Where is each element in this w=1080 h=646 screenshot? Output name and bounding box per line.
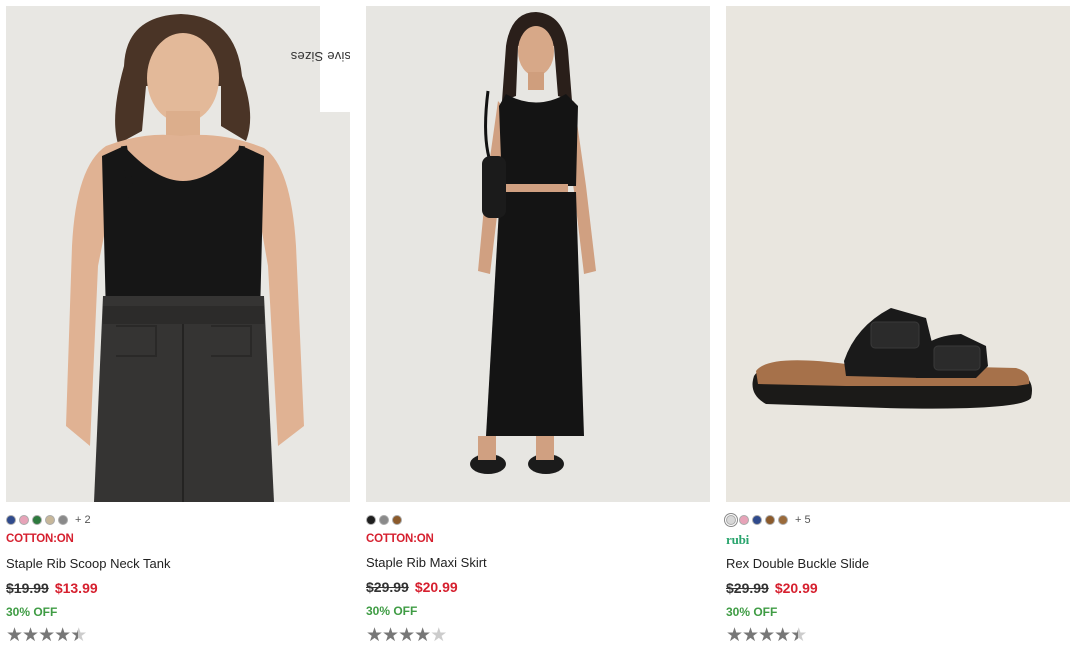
swatch-pink[interactable] [739,515,749,525]
brand-logo: COTTON:ON [6,533,74,545]
star-icon: ★ [6,625,23,646]
sale-price: $20.99 [774,580,818,596]
star-icon: ★ [726,625,743,646]
original-price: $29.99 [726,580,769,596]
rating-stars[interactable]: ★ ★ ★ ★ ★ [6,625,87,646]
empty-star-icon: ★ [430,625,447,646]
star-icon: ★ [774,625,791,646]
product-name[interactable]: Rex Double Buckle Slide [726,556,869,571]
star-icon: ★ [758,625,775,646]
product-card-rex-double-buckle-slide[interactable]: + 5 rubi Rex Double Buckle Slide $29.99 … [726,6,1070,646]
swatch-tan[interactable] [778,515,788,525]
inclusive-sizes-badge: Inclusive Sizes [291,6,350,112]
badge-label: Inclusive Sizes [290,48,350,64]
product-image[interactable]: Inclusive Sizes [6,6,350,502]
star-icon: ★ [398,625,415,646]
swatch-grey[interactable] [58,515,68,525]
discount-label: 30% OFF [6,605,58,619]
half-star-icon: ★ [790,625,807,646]
star-icon: ★ [382,625,399,646]
model-photo [6,6,350,502]
price-block: $29.99 $20.99 [366,579,458,595]
sandal-photo [726,6,1070,502]
swatch-silver[interactable] [726,515,736,525]
original-price: $19.99 [6,580,49,596]
price-block: $19.99 $13.99 [6,580,98,596]
brand-logo: rubi [726,532,750,547]
rating-stars[interactable]: ★ ★ ★ ★ ★ [366,625,447,646]
product-image[interactable] [726,6,1070,502]
rating-stars[interactable]: ★ ★ ★ ★ ★ [726,625,807,646]
swatch-grey[interactable] [379,515,389,525]
more-colors-count[interactable]: + 2 [75,514,91,526]
color-swatches [366,514,402,526]
star-icon: ★ [38,625,55,646]
star-icon: ★ [366,625,383,646]
product-name[interactable]: Staple Rib Maxi Skirt [366,555,487,570]
swatch-brown[interactable] [765,515,775,525]
swatch-pink[interactable] [19,515,29,525]
swatch-green[interactable] [32,515,42,525]
model-photo [366,6,710,502]
star-icon: ★ [22,625,39,646]
swatch-tan[interactable] [45,515,55,525]
swatch-navy[interactable] [6,515,16,525]
price-block: $29.99 $20.99 [726,580,818,596]
sale-price: $20.99 [414,579,458,595]
swatch-brown[interactable] [392,515,402,525]
star-icon: ★ [414,625,431,646]
half-star-icon: ★ [70,625,87,646]
color-swatches: + 2 [6,514,91,526]
product-card-staple-rib-scoop-neck-tank[interactable]: Inclusive Sizes + 2 COTTON:ON Staple Rib… [6,6,350,646]
swatch-black[interactable] [366,515,376,525]
swatch-navy[interactable] [752,515,762,525]
product-name[interactable]: Staple Rib Scoop Neck Tank [6,556,171,571]
sale-price: $13.99 [54,580,98,596]
star-icon: ★ [54,625,71,646]
star-icon: ★ [742,625,759,646]
product-image[interactable] [366,6,710,502]
product-card-staple-rib-maxi-skirt[interactable]: COTTON:ON Staple Rib Maxi Skirt $29.99 $… [366,6,710,646]
discount-label: 30% OFF [726,605,778,619]
original-price: $29.99 [366,579,409,595]
color-swatches: + 5 [726,514,811,526]
discount-label: 30% OFF [366,604,418,618]
more-colors-count[interactable]: + 5 [795,514,811,526]
brand-logo: COTTON:ON [366,533,434,545]
